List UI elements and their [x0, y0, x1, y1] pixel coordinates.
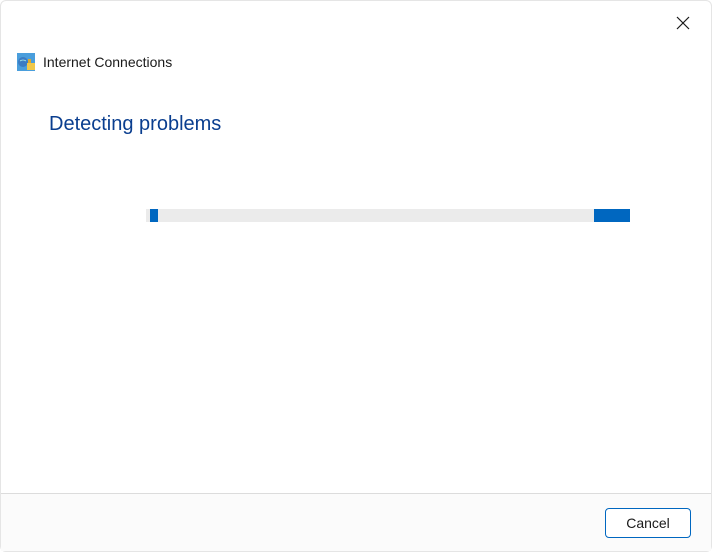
- content-area: Detecting problems: [49, 113, 663, 136]
- window-title: Internet Connections: [43, 54, 172, 70]
- internet-connections-icon: [17, 53, 35, 71]
- progress-indicator-right: [594, 209, 630, 222]
- close-icon: [676, 16, 690, 35]
- window-header: Internet Connections: [17, 53, 172, 71]
- page-heading: Detecting problems: [49, 113, 663, 136]
- progress-indicator-left: [150, 209, 158, 222]
- progress-bar: [146, 209, 630, 222]
- cancel-button[interactable]: Cancel: [605, 508, 691, 538]
- dialog-footer: Cancel: [1, 493, 711, 551]
- close-button[interactable]: [671, 13, 695, 37]
